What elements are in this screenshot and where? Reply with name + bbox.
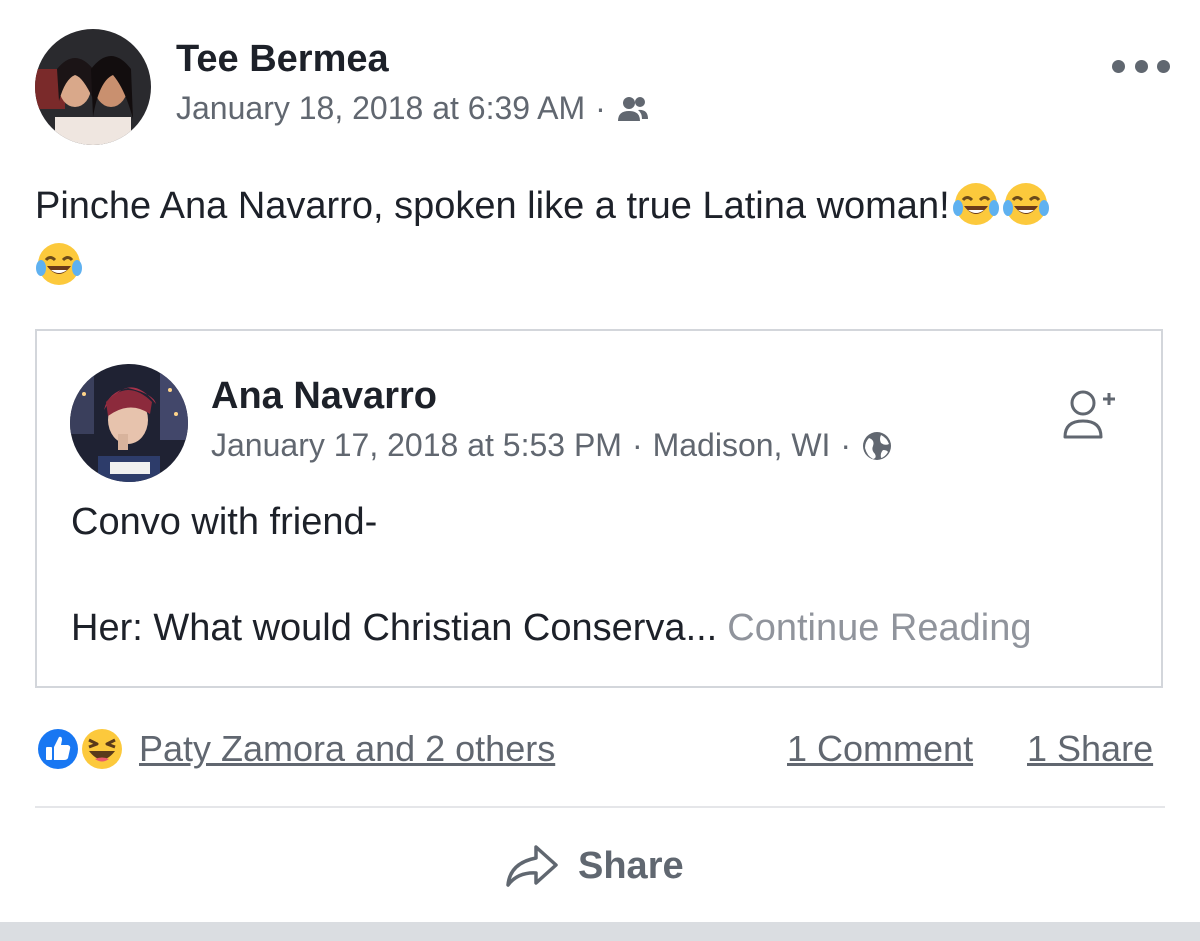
feed-separator [0,922,1200,941]
shared-post-card[interactable]: Ana Navarro January 17, 2018 at 5:53 PM … [35,329,1163,688]
shared-post-timestamp[interactable]: January 17, 2018 at 5:53 PM [211,427,622,464]
more-dot [1112,59,1125,73]
post-meta: January 18, 2018 at 6:39 AM · [176,90,650,127]
author-name[interactable]: Tee Bermea [176,38,389,81]
like-reaction-icon [35,726,81,772]
share-button[interactable]: Share [504,836,684,896]
reactors-link[interactable]: Paty Zamora and 2 others [139,728,555,770]
face-with-tears-of-joy-icon [1002,180,1050,228]
shares-count-link[interactable]: 1 Share [1027,728,1153,770]
continue-reading-link[interactable]: Continue Reading [727,607,1031,649]
author-avatar[interactable] [35,29,151,145]
haha-reaction-icon [79,726,125,772]
shared-author-name[interactable]: Ana Navarro [211,375,437,418]
post-text: Pinche Ana Navarro, spoken like a true L… [35,176,1165,296]
friends-icon[interactable] [616,94,650,124]
meta-separator: · [595,90,606,126]
comments-count-link[interactable]: 1 Comment [787,728,973,770]
shared-post-excerpt: Her: What would Christian Conserva... [71,607,718,649]
shared-post-meta: January 17, 2018 at 5:53 PM · Madison, W… [211,427,893,464]
shared-post-line: Convo with friend- [71,501,378,543]
more-dot [1134,59,1148,73]
reactions-row: Paty Zamora and 2 others 1 Comment 1 Sha… [35,722,1165,778]
share-arrow-icon [504,841,560,891]
meta-separator: · [631,427,643,463]
action-divider [35,806,1165,808]
reaction-icons[interactable] [35,726,131,774]
meta-separator: · [840,427,852,463]
more-options-icon[interactable] [1112,50,1170,82]
share-label: Share [578,844,684,887]
shared-post-location[interactable]: Madison, WI [653,427,831,464]
globe-icon[interactable] [861,430,893,462]
more-dot [1157,59,1170,73]
post-timestamp[interactable]: January 18, 2018 at 6:39 AM [176,90,585,127]
feed-post: Tee Bermea January 18, 2018 at 6:39 AM ·… [0,0,1200,941]
add-friend-icon[interactable] [1059,387,1123,451]
post-body: Pinche Ana Navarro, spoken like a true L… [35,185,950,227]
face-with-tears-of-joy-icon [952,180,1000,228]
face-with-tears-of-joy-icon [35,240,83,288]
shared-post-line: Her: What would Christian Conserva... Con… [71,607,1031,650]
shared-author-avatar[interactable] [70,364,188,482]
